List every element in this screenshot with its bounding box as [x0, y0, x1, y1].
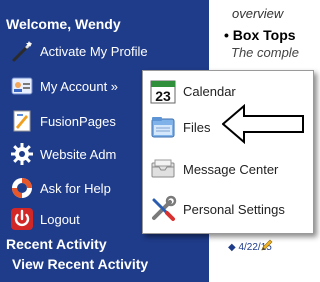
menu-item-calendar[interactable]: 23 Calendar — [143, 75, 313, 107]
personal-settings-icon — [149, 195, 177, 223]
menu-item-label: Calendar — [183, 83, 236, 99]
sidebar-item-label: Activate My Profile — [40, 43, 148, 59]
overview-text: overview — [232, 6, 284, 21]
gear-icon — [10, 142, 34, 166]
sidebar-item-label: Website Adm — [40, 146, 117, 162]
sidebar-item-activate-profile[interactable]: Activate My Profile — [10, 37, 200, 65]
menu-item-label: Personal Settings — [183, 201, 285, 217]
box-tops-description: The comple — [231, 45, 299, 60]
sidebar-item-label: Logout — [40, 211, 80, 227]
power-icon — [10, 207, 34, 231]
account-card-icon — [10, 74, 34, 98]
recent-activity-heading: Recent Activity — [6, 236, 107, 252]
pencil-icon[interactable] — [260, 238, 274, 257]
box-tops-label: Box Tops — [232, 27, 296, 43]
calendar-icon: 23 — [149, 77, 177, 105]
sidebar-item-label: FusionPages — [40, 113, 116, 129]
sidebar-item-label: My Account » — [40, 78, 119, 94]
menu-item-message-center[interactable]: Message Center — [143, 153, 313, 185]
menu-item-label: Message Center — [183, 161, 279, 177]
fusionpages-icon — [10, 109, 34, 133]
files-icon — [149, 113, 177, 141]
menu-item-personal-settings[interactable]: Personal Settings — [143, 193, 313, 225]
welcome-heading: Welcome, Wendy — [6, 16, 121, 32]
message-center-icon — [149, 155, 177, 183]
my-account-flyout-menu: 23 Calendar Files Message Center Persona… — [142, 70, 314, 234]
wand-icon — [10, 39, 34, 63]
svg-text:23: 23 — [155, 88, 171, 104]
lifebuoy-icon — [10, 176, 34, 200]
sidebar-item-label: Ask for Help — [40, 180, 111, 196]
box-tops-title[interactable]: • Box Tops — [224, 27, 296, 43]
view-recent-activity-link[interactable]: View Recent Activity — [12, 256, 148, 272]
pointer-arrow-icon — [222, 104, 304, 144]
menu-item-label: Files — [183, 119, 211, 135]
